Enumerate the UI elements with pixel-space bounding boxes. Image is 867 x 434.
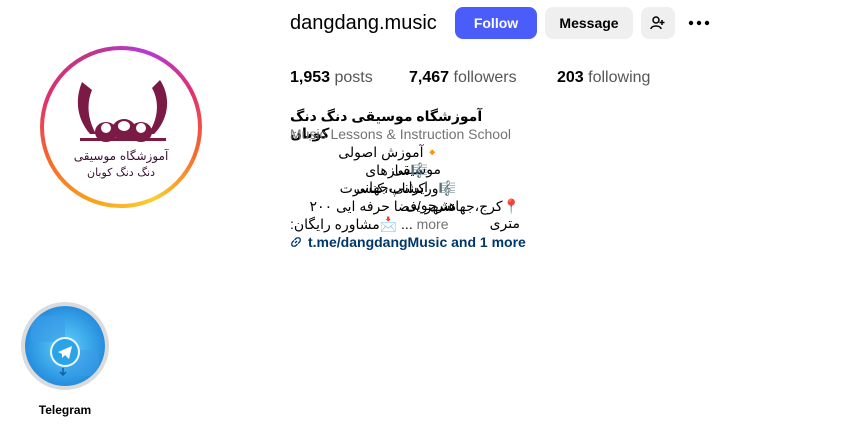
- followers-stat[interactable]: 7,467 followers: [409, 69, 517, 87]
- followers-count: 7,467: [409, 69, 450, 86]
- following-stat[interactable]: 203 following: [557, 69, 650, 87]
- bio-last-line: 📩مشاوره رایگان: ... more: [290, 216, 490, 233]
- following-count: 203: [557, 69, 584, 86]
- logo-line-2: دنگ دنگ کوبان: [86, 166, 155, 179]
- profile-username: dangdang.music: [290, 12, 437, 34]
- highlight-cover: [25, 306, 105, 386]
- suggested-accounts-button[interactable]: [641, 7, 675, 39]
- telegram-icon: [25, 306, 105, 386]
- follow-button[interactable]: Follow: [455, 7, 537, 39]
- bio-category: Music Lessons & Instruction School: [290, 126, 511, 142]
- bio-more-link[interactable]: more: [417, 216, 449, 232]
- message-button[interactable]: Message: [545, 7, 633, 39]
- more-options-button[interactable]: [688, 14, 710, 32]
- posts-label: posts: [334, 69, 373, 86]
- more-dots-icon: [688, 20, 710, 26]
- logo-mark: [77, 80, 168, 142]
- bio-line: 📩مشاوره رایگان:: [290, 216, 398, 232]
- link-icon: [291, 237, 301, 247]
- posts-stat: 1,953 posts: [290, 69, 373, 87]
- bio-ellipsis: ...: [401, 216, 413, 232]
- add-person-icon: [650, 16, 665, 30]
- bio-link-text[interactable]: t.me/dangdangMusic and 1 more: [308, 234, 526, 250]
- profile-logo: آموزشگاه موسیقی دنگ دنگ کوبان: [44, 50, 198, 204]
- logo-line-1: آموزشگاه موسیقی: [73, 149, 169, 163]
- highlight-label: Telegram: [38, 403, 92, 417]
- profile-avatar[interactable]: آموزشگاه موسیقی دنگ دنگ کوبان: [40, 46, 202, 208]
- highlight-telegram[interactable]: [21, 302, 109, 390]
- following-label: following: [588, 69, 651, 86]
- followers-label: followers: [453, 69, 517, 86]
- posts-count: 1,953: [290, 69, 331, 86]
- bio-link[interactable]: t.me/dangdangMusic and 1 more: [290, 234, 526, 250]
